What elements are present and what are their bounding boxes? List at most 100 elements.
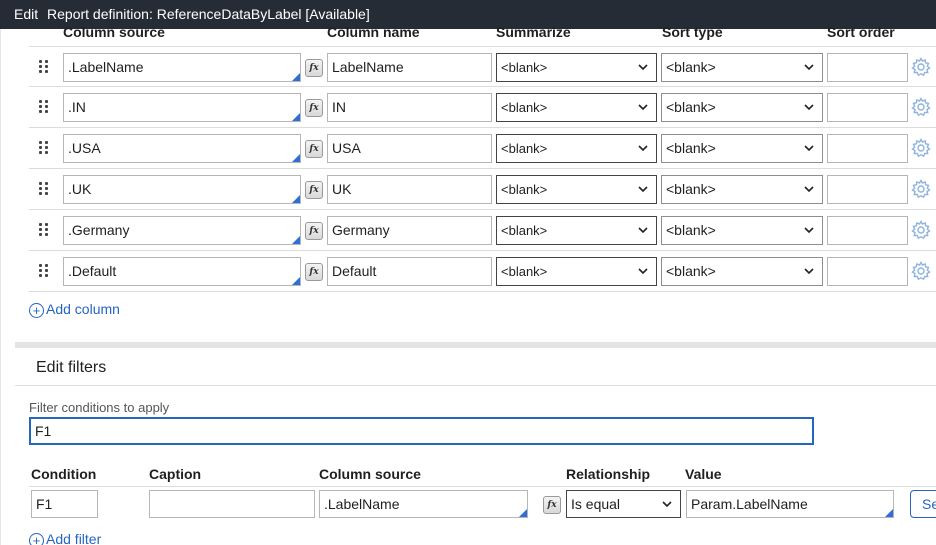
- sort-type-value: <blank>: [666, 222, 716, 238]
- column-name-field[interactable]: LabelName: [327, 53, 492, 82]
- summarize-value: <blank>: [501, 182, 548, 197]
- filter-caption-field[interactable]: [149, 490, 315, 518]
- sort-order-field[interactable]: [827, 93, 908, 122]
- chevron-down-icon: [804, 186, 814, 193]
- column-name-field[interactable]: USA: [327, 134, 492, 163]
- sort-type-value: <blank>: [666, 181, 716, 197]
- gear-icon[interactable]: [911, 261, 931, 281]
- fx-button[interactable]: fx: [305, 99, 323, 117]
- plus-circle-icon: +: [29, 303, 44, 318]
- summarize-select[interactable]: <blank>: [496, 257, 657, 286]
- sort-type-select[interactable]: <blank>: [661, 175, 823, 204]
- add-column-link[interactable]: + Add column: [29, 301, 120, 318]
- chevron-down-icon: [638, 64, 648, 71]
- fx-button[interactable]: fx: [305, 140, 323, 158]
- add-column-label: Add column: [46, 301, 120, 317]
- drag-handle-icon[interactable]: [39, 223, 51, 237]
- header-filter-column-source: Column source: [319, 466, 421, 482]
- summarize-value: <blank>: [501, 100, 548, 115]
- drag-handle-icon[interactable]: [39, 182, 51, 196]
- summarize-select[interactable]: <blank>: [496, 175, 657, 204]
- header-relationship: Relationship: [566, 466, 651, 482]
- gear-icon[interactable]: [911, 97, 931, 117]
- column-source-field[interactable]: .UK: [63, 175, 301, 204]
- column-source-field[interactable]: .IN: [63, 93, 301, 122]
- table-row: .Default fx Default <blank> <blank>: [29, 251, 936, 292]
- filter-column-source-field[interactable]: .LabelName: [319, 490, 528, 518]
- header-sort-order: Sort order: [827, 24, 895, 40]
- summarize-select[interactable]: <blank>: [496, 216, 657, 245]
- summarize-select[interactable]: <blank>: [496, 134, 657, 163]
- table-row: .LabelName fx LabelName <blank> <blank>: [29, 46, 936, 87]
- sort-order-field[interactable]: [827, 134, 908, 163]
- column-name-field[interactable]: Default: [327, 257, 492, 286]
- filters-panel: Edit filters Filter conditions to apply …: [15, 348, 936, 545]
- sort-type-value: <blank>: [666, 99, 716, 115]
- column-name-field[interactable]: Germany: [327, 216, 492, 245]
- summarize-value: <blank>: [501, 264, 548, 279]
- sort-type-value: <blank>: [666, 140, 716, 156]
- filter-conditions-input[interactable]: F1: [29, 417, 814, 445]
- gear-icon[interactable]: [911, 179, 931, 199]
- filter-condition-field[interactable]: F1: [31, 490, 98, 518]
- drag-handle-icon[interactable]: [39, 141, 51, 155]
- column-source-field[interactable]: .USA: [63, 134, 301, 163]
- chevron-down-icon: [804, 145, 814, 152]
- sort-order-field[interactable]: [827, 216, 908, 245]
- drag-handle-icon[interactable]: [39, 100, 51, 114]
- header-caption: Caption: [149, 466, 202, 482]
- table-row: .USA fx USA <blank> <blank>: [29, 128, 936, 169]
- gear-icon[interactable]: [911, 138, 931, 158]
- column-source-field[interactable]: .Default: [63, 257, 301, 286]
- sort-type-select[interactable]: <blank>: [661, 53, 823, 82]
- sort-type-value: <blank>: [666, 59, 716, 75]
- chevron-down-icon: [638, 227, 648, 234]
- filter-fx-button[interactable]: fx: [543, 496, 561, 514]
- header-sort-type: Sort type: [662, 24, 723, 40]
- chevron-down-icon: [804, 104, 814, 111]
- fx-button[interactable]: fx: [305, 181, 323, 199]
- filters-title-rule: [15, 385, 936, 386]
- summarize-select[interactable]: <blank>: [496, 53, 657, 82]
- summarize-value: <blank>: [501, 223, 548, 238]
- add-filter-link[interactable]: + Add filter: [29, 531, 101, 545]
- filter-action-button[interactable]: Se: [910, 490, 936, 518]
- sort-type-select[interactable]: <blank>: [661, 216, 823, 245]
- summarize-value: <blank>: [501, 60, 548, 75]
- window-title: Report definition: ReferenceDataByLabel …: [47, 6, 370, 22]
- summarize-select[interactable]: <blank>: [496, 93, 657, 122]
- filter-relationship-select[interactable]: Is equal: [566, 490, 681, 518]
- chevron-down-icon: [662, 501, 672, 508]
- filter-value-field[interactable]: Param.LabelName: [686, 490, 894, 518]
- drag-handle-icon[interactable]: [39, 264, 51, 278]
- sort-order-field[interactable]: [827, 257, 908, 286]
- table-row: .UK fx UK <blank> <blank>: [29, 169, 936, 210]
- sort-order-field[interactable]: [827, 175, 908, 204]
- column-name-field[interactable]: UK: [327, 175, 492, 204]
- header-value: Value: [685, 466, 722, 482]
- fx-button[interactable]: fx: [305, 263, 323, 281]
- chevron-down-icon: [638, 145, 648, 152]
- sort-type-select[interactable]: <blank>: [661, 257, 823, 286]
- sort-order-field[interactable]: [827, 53, 908, 82]
- table-row: .Germany fx Germany <blank> <blank>: [29, 210, 936, 251]
- filter-header-rule: [29, 486, 936, 487]
- chevron-down-icon: [638, 104, 648, 111]
- chevron-down-icon: [804, 268, 814, 275]
- column-source-field[interactable]: .Germany: [63, 216, 301, 245]
- header-column-name: Column name: [327, 24, 420, 40]
- add-filter-label: Add filter: [46, 531, 102, 545]
- column-name-field[interactable]: IN: [327, 93, 492, 122]
- fx-button[interactable]: fx: [305, 222, 323, 240]
- gear-icon[interactable]: [911, 57, 931, 77]
- sort-type-select[interactable]: <blank>: [661, 93, 823, 122]
- column-source-field[interactable]: .LabelName: [63, 53, 301, 82]
- fx-button[interactable]: fx: [305, 59, 323, 77]
- left-border: [0, 29, 1, 545]
- chevron-down-icon: [638, 186, 648, 193]
- drag-handle-icon[interactable]: [39, 60, 51, 74]
- sort-type-select[interactable]: <blank>: [661, 134, 823, 163]
- header-column-source: Column source: [63, 24, 165, 40]
- header-summarize: Summarize: [496, 24, 571, 40]
- gear-icon[interactable]: [911, 220, 931, 240]
